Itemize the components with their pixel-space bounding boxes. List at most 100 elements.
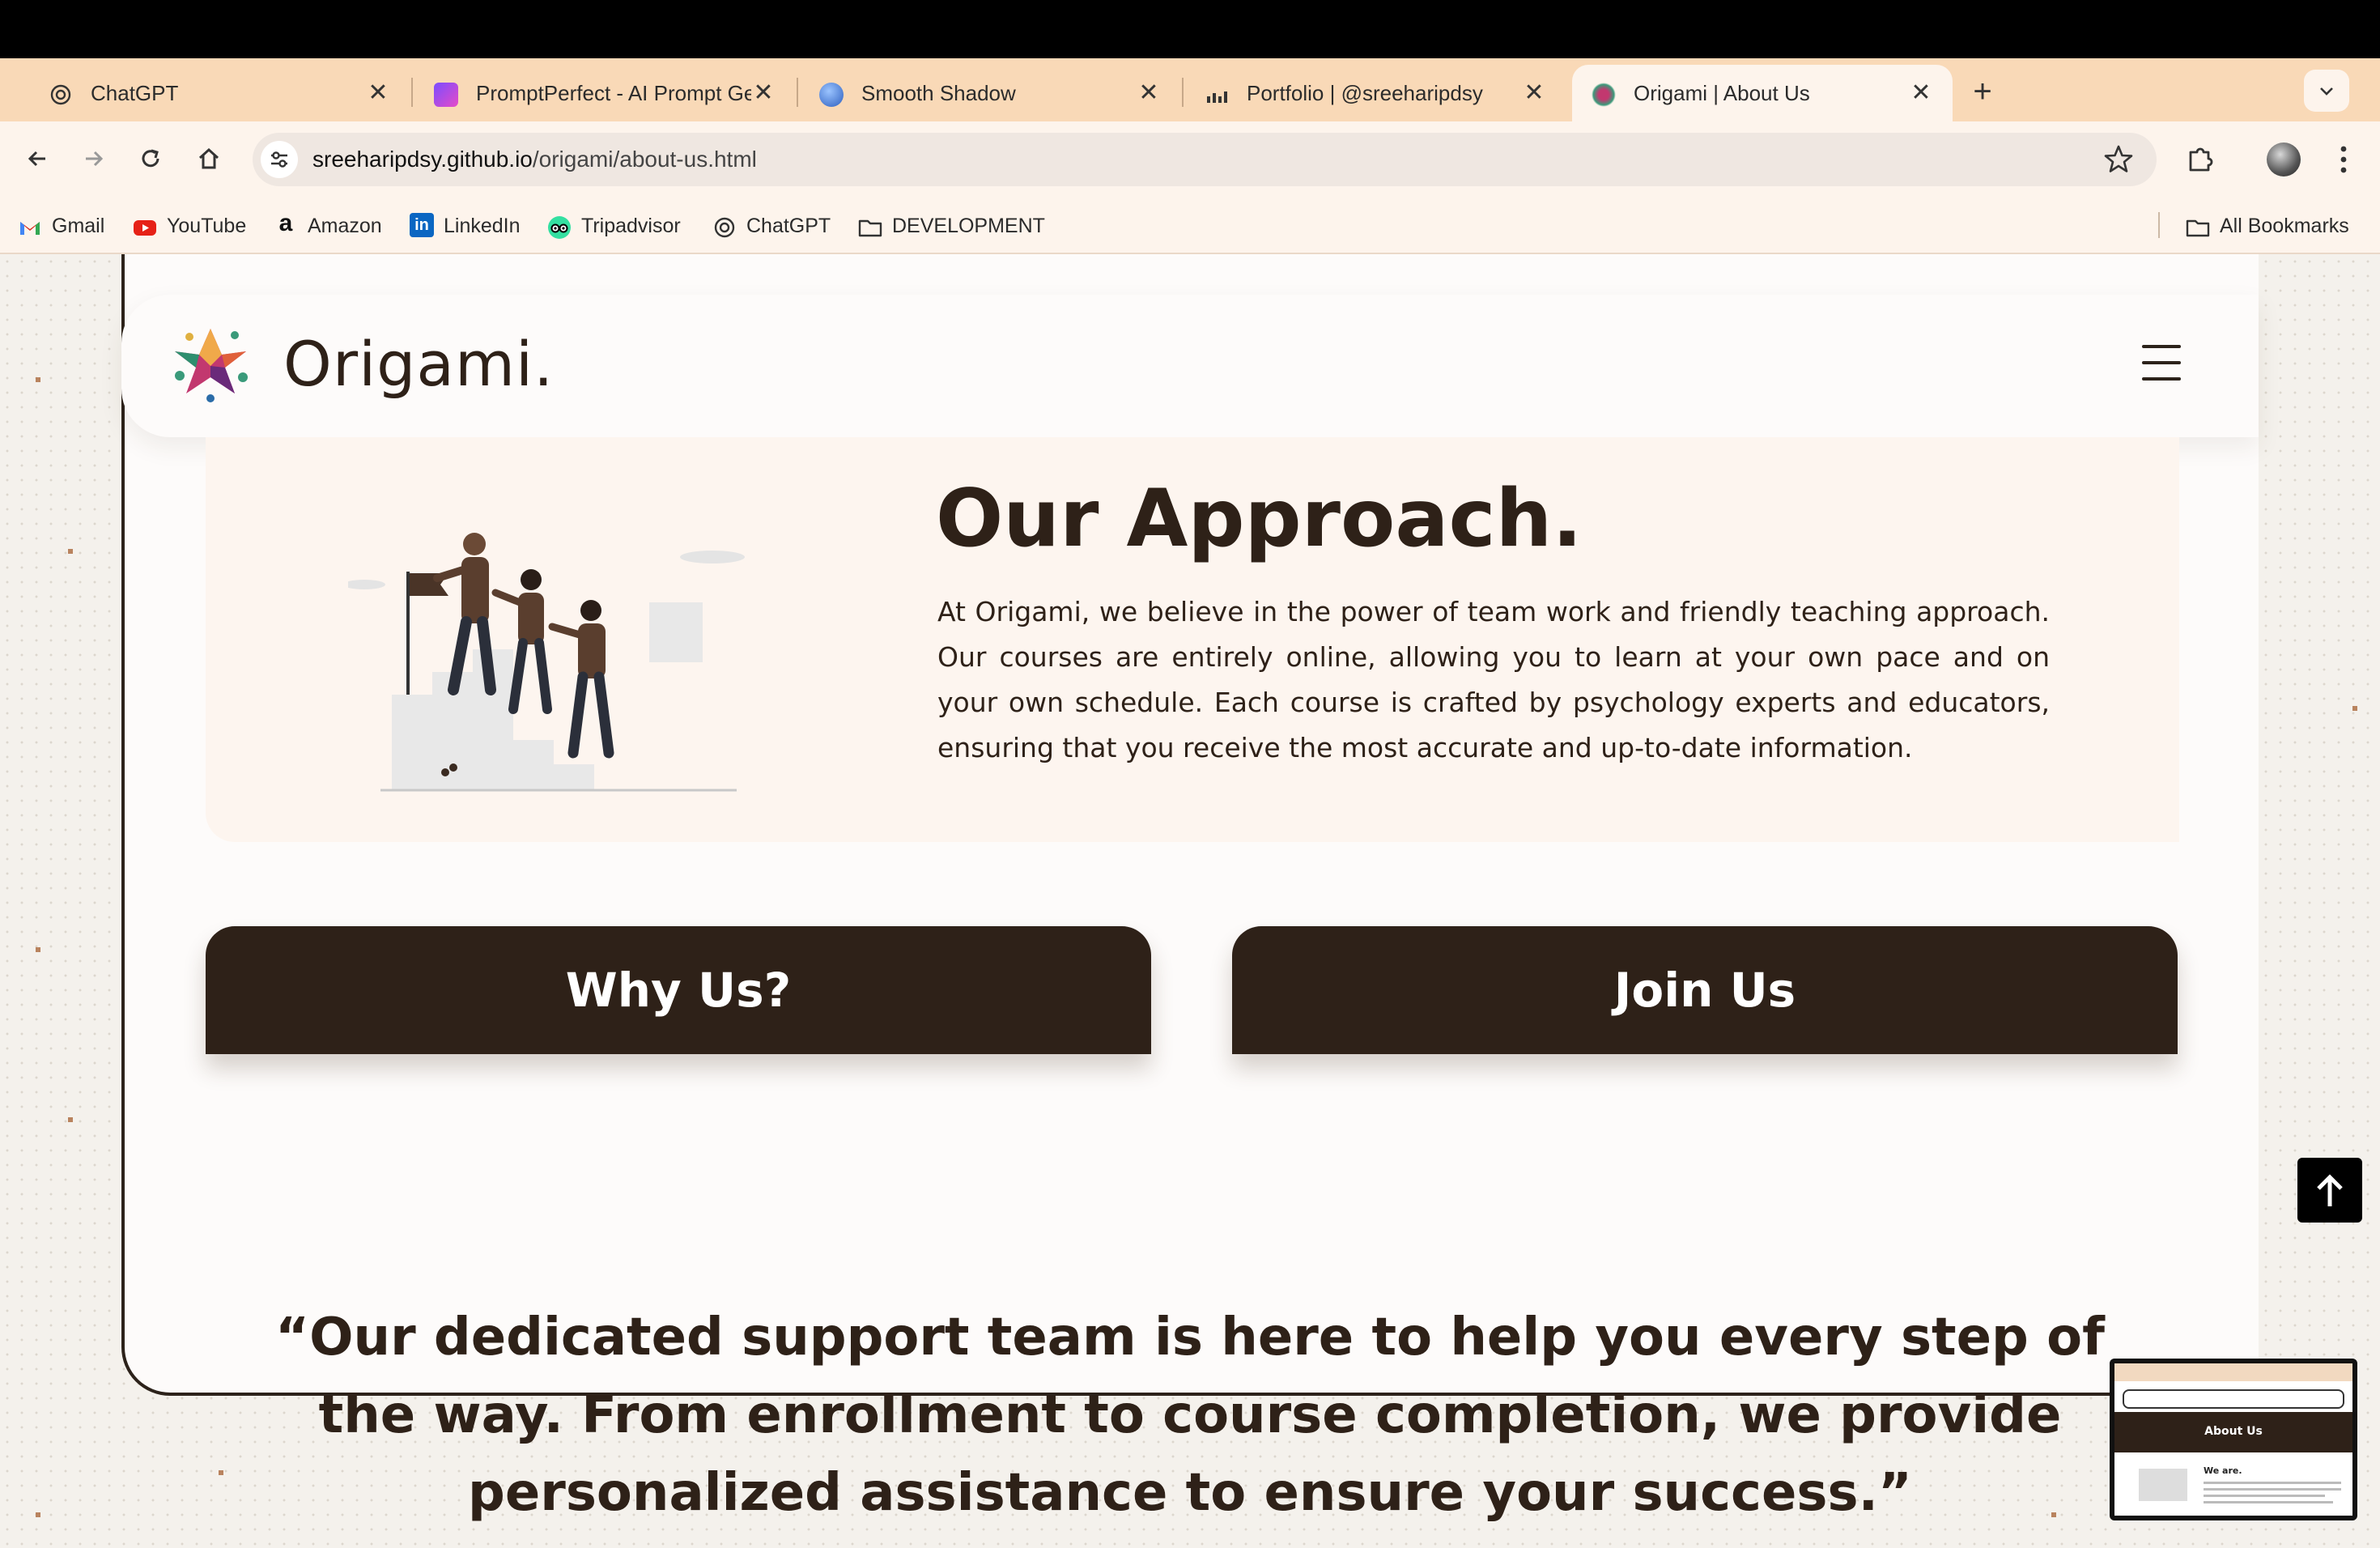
bookmark-label: DEVELOPMENT bbox=[892, 215, 1045, 237]
folder-icon bbox=[858, 213, 882, 237]
reload-icon bbox=[142, 149, 159, 168]
bookmark-label: LinkedIn bbox=[444, 215, 521, 237]
chatgpt-icon bbox=[49, 83, 73, 107]
bookmark-tripadvisor[interactable]: Tripadvisor bbox=[547, 206, 681, 246]
linkedin-icon: in bbox=[410, 213, 434, 238]
bookmark-label: All Bookmarks bbox=[2220, 215, 2349, 237]
hamburger-menu-button[interactable] bbox=[2142, 345, 2184, 382]
amazon-icon: a bbox=[278, 210, 293, 237]
more-vertical-icon bbox=[2340, 146, 2347, 173]
site-info-button[interactable] bbox=[261, 141, 298, 178]
decor-dot bbox=[219, 1470, 223, 1475]
bookmark-linkedin[interactable]: in LinkedIn bbox=[410, 206, 521, 246]
pip-image bbox=[2139, 1469, 2187, 1501]
bookmark-gmail[interactable]: Gmail bbox=[18, 206, 104, 246]
close-tab-icon[interactable]: ✕ bbox=[750, 79, 777, 107]
decor-dot bbox=[36, 377, 40, 382]
tab-smooth-shadow[interactable]: Smooth Shadow ✕ bbox=[800, 65, 1180, 121]
brand-name[interactable]: Origami. bbox=[283, 324, 554, 405]
tab-title: PromptPerfect - AI Prompt Generator bbox=[476, 81, 751, 105]
bookmark-label: Tripadvisor bbox=[581, 215, 681, 237]
decor-dot bbox=[68, 1117, 73, 1122]
why-us-button[interactable]: Why Us? bbox=[206, 926, 1151, 1054]
tab-title: Portfolio | @sreeharipdsy bbox=[1247, 81, 1483, 105]
approach-title: Our Approach. bbox=[936, 473, 1583, 565]
bookmark-chatgpt[interactable]: ChatGPT bbox=[712, 206, 831, 246]
pip-heading: We are. bbox=[2204, 1465, 2242, 1476]
arrow-right-icon bbox=[86, 151, 104, 167]
tab-search-button[interactable] bbox=[2304, 70, 2349, 112]
pip-text-line bbox=[2204, 1495, 2325, 1497]
bookmark-label: Amazon bbox=[308, 215, 382, 237]
origami-icon bbox=[1592, 83, 1616, 107]
url-path: /origami/about-us.html bbox=[532, 147, 757, 172]
bookmark-star-button[interactable] bbox=[2100, 141, 2137, 178]
reload-button[interactable] bbox=[130, 138, 172, 180]
forward-button[interactable] bbox=[73, 138, 115, 180]
smooth-shadow-icon bbox=[819, 83, 844, 107]
tab-strip: ChatGPT ✕ PromptPerfect - AI Prompt Gene… bbox=[0, 58, 2380, 121]
tab-title: Origami | About Us bbox=[1634, 81, 1810, 105]
bookmark-label: YouTube bbox=[167, 215, 247, 237]
decor-dot bbox=[2352, 706, 2357, 711]
page-viewport[interactable]: Origami. Our Approach. At Origami, we be… bbox=[0, 254, 2380, 1548]
profile-avatar[interactable] bbox=[2267, 142, 2301, 176]
tab-divider bbox=[411, 78, 413, 107]
chevron-down-icon bbox=[2320, 87, 2333, 96]
pip-tab-strip bbox=[2114, 1363, 2352, 1381]
tab-promptperfect[interactable]: PromptPerfect - AI Prompt Generator ✕ bbox=[414, 65, 795, 121]
puzzle-icon bbox=[2189, 147, 2213, 172]
join-us-button[interactable]: Join Us bbox=[1232, 926, 2178, 1054]
pip-text-line bbox=[2204, 1501, 2333, 1503]
close-tab-icon[interactable]: ✕ bbox=[1907, 79, 1935, 107]
tab-origami-about[interactable]: Origami | About Us ✕ bbox=[1572, 65, 1953, 121]
tune-icon bbox=[271, 151, 287, 168]
bookmark-folder-development[interactable]: DEVELOPMENT bbox=[858, 206, 1045, 246]
star-icon bbox=[2104, 145, 2133, 172]
tripadvisor-icon bbox=[547, 213, 572, 240]
origami-logo[interactable] bbox=[165, 317, 256, 408]
home-button[interactable] bbox=[188, 138, 230, 180]
gmail-icon bbox=[18, 213, 42, 237]
close-tab-icon[interactable]: ✕ bbox=[364, 79, 392, 107]
arrow-up-icon bbox=[2317, 1174, 2343, 1206]
promptperfect-icon bbox=[434, 83, 458, 107]
approach-body: At Origami, we believe in the power of t… bbox=[937, 596, 2050, 763]
menu-line bbox=[2142, 345, 2181, 348]
menu-line bbox=[2142, 361, 2181, 364]
picture-in-picture-preview[interactable]: About Us We are. bbox=[2110, 1359, 2357, 1520]
tab-title: Smooth Shadow bbox=[861, 81, 1016, 105]
bookmarks-divider bbox=[2158, 212, 2160, 238]
decor-dot bbox=[36, 1512, 40, 1517]
browser-menu-button[interactable] bbox=[2331, 141, 2356, 178]
close-tab-icon[interactable]: ✕ bbox=[1520, 79, 1548, 107]
support-quote: “Our dedicated support team is here to h… bbox=[275, 1308, 2105, 1523]
pip-text-line bbox=[2204, 1488, 2341, 1491]
close-tab-icon[interactable]: ✕ bbox=[1135, 79, 1162, 107]
extensions-button[interactable] bbox=[2181, 139, 2221, 180]
new-tab-button[interactable]: + bbox=[1962, 71, 2003, 112]
scroll-to-top-button[interactable] bbox=[2297, 1158, 2362, 1223]
decor-dot bbox=[68, 549, 73, 554]
pip-text-line bbox=[2204, 1482, 2341, 1484]
pip-banner-title: About Us bbox=[2204, 1425, 2263, 1438]
url-text[interactable]: sreeharipdsy.github.io/origami/about-us.… bbox=[312, 133, 757, 186]
bookmark-amazon[interactable]: a Amazon bbox=[274, 206, 382, 246]
youtube-icon bbox=[133, 213, 157, 237]
back-button[interactable] bbox=[16, 138, 58, 180]
pip-navbar bbox=[2123, 1389, 2344, 1409]
folder-icon bbox=[2186, 213, 2210, 237]
chatgpt-icon bbox=[712, 213, 737, 238]
os-top-bar bbox=[0, 0, 2380, 58]
bookmark-label: Gmail bbox=[52, 215, 105, 237]
tab-portfolio[interactable]: Portfolio | @sreeharipdsy ✕ bbox=[1185, 65, 1566, 121]
tab-chatgpt[interactable]: ChatGPT ✕ bbox=[29, 65, 410, 121]
tab-divider bbox=[1182, 78, 1184, 107]
all-bookmarks-button[interactable]: All Bookmarks bbox=[2186, 206, 2349, 246]
bookmark-label: ChatGPT bbox=[746, 215, 831, 237]
arrow-left-icon bbox=[28, 151, 45, 167]
tab-divider bbox=[797, 78, 798, 107]
home-icon bbox=[198, 147, 219, 169]
bookmark-youtube[interactable]: YouTube bbox=[133, 206, 246, 246]
menu-line bbox=[2142, 377, 2181, 381]
